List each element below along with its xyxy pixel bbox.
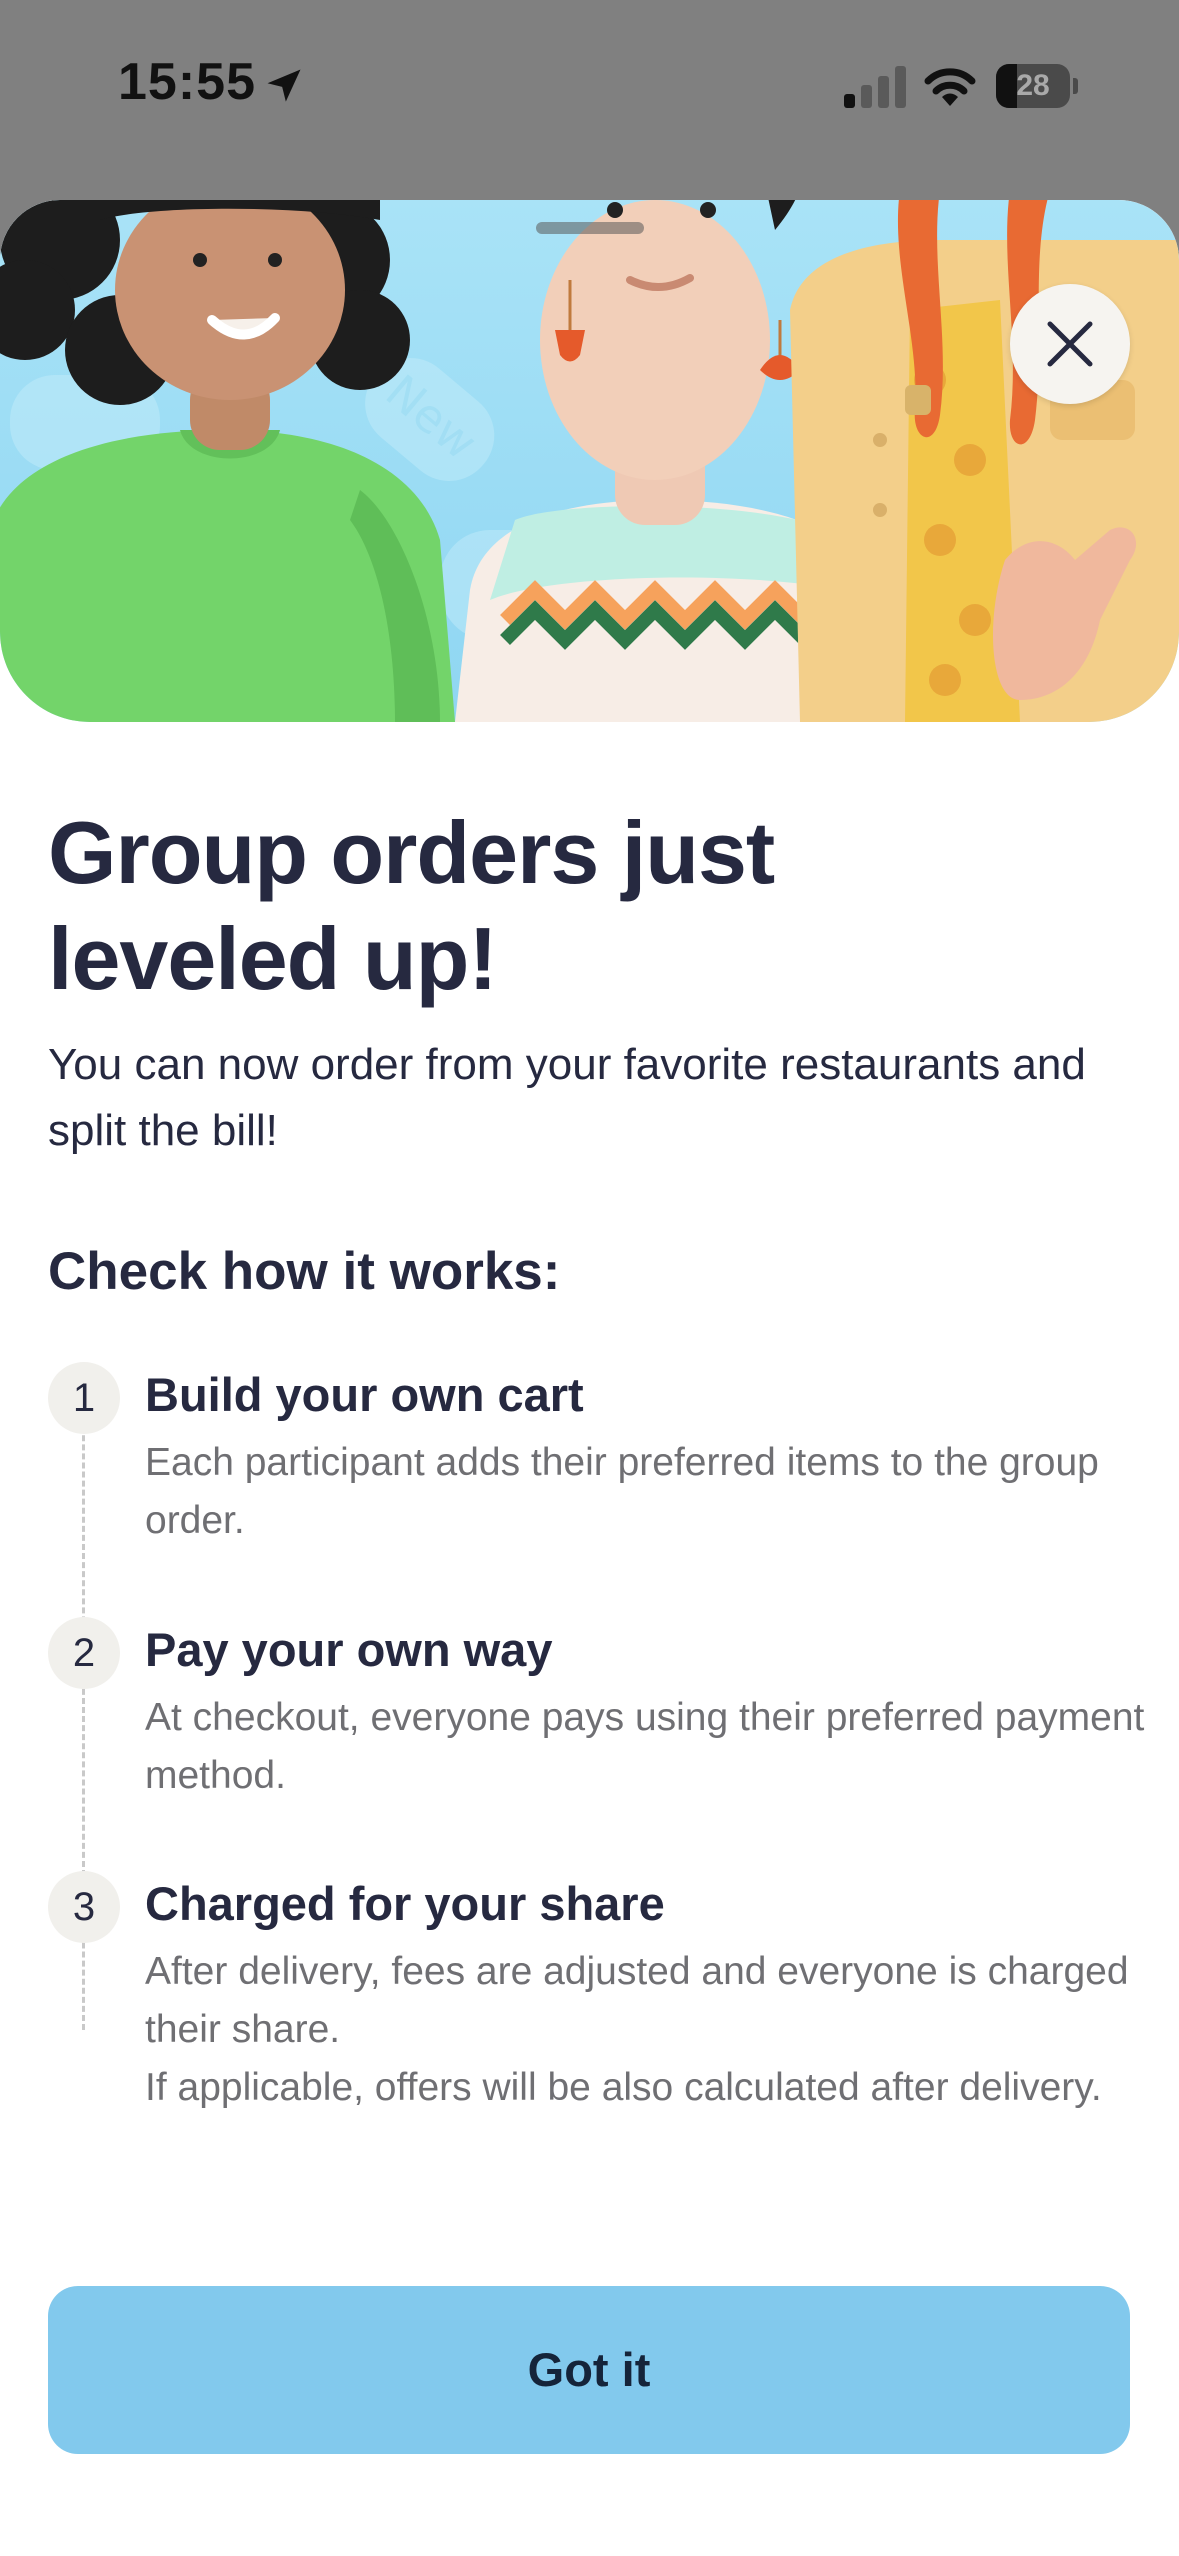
page-subtitle: You can now order from your favorite res… <box>48 1040 1086 1155</box>
battery-icon: 28 <box>996 64 1078 108</box>
characters-illustration: New <box>0 200 1179 722</box>
group-orders-sheet: New Group orders just leveled up! You ca… <box>0 200 1179 2556</box>
drag-handle[interactable] <box>536 222 644 234</box>
character-right <box>790 200 1179 722</box>
step-number-badge: 2 <box>48 1617 120 1689</box>
step-title: Pay your own way <box>145 1623 553 1676</box>
hero-illustration: New <box>0 200 1179 722</box>
step-number-badge: 1 <box>48 1362 120 1434</box>
how-it-works-heading: Check how it works: <box>48 1242 561 1301</box>
step-description-note: If applicable, offers will be also calcu… <box>145 2066 1102 2109</box>
step-number-badge: 3 <box>48 1871 120 1943</box>
wifi-icon <box>924 68 976 106</box>
close-icon <box>1047 321 1093 367</box>
page-title: Group orders just leveled up! <box>48 803 775 1008</box>
step-description: Each participant adds their preferred it… <box>145 1441 1099 1542</box>
status-bar: 15:55 28 <box>0 0 1179 175</box>
close-button[interactable] <box>1010 284 1130 404</box>
step-description-main: After delivery, fees are adjusted and ev… <box>145 1950 1129 2051</box>
step-title: Charged for your share <box>145 1877 665 1930</box>
got-it-button[interactable]: Got it <box>48 2286 1130 2454</box>
step-description: At checkout, everyone pays using their p… <box>145 1696 1145 1797</box>
status-time: 15:55 <box>118 53 256 111</box>
cellular-signal-icon <box>844 66 906 108</box>
character-left <box>0 200 455 722</box>
battery-level: 28 <box>1016 69 1050 102</box>
step-description: After delivery, fees are adjusted and ev… <box>145 1943 1145 2117</box>
location-arrow-icon <box>267 69 301 102</box>
step-title: Build your own cart <box>145 1368 584 1421</box>
